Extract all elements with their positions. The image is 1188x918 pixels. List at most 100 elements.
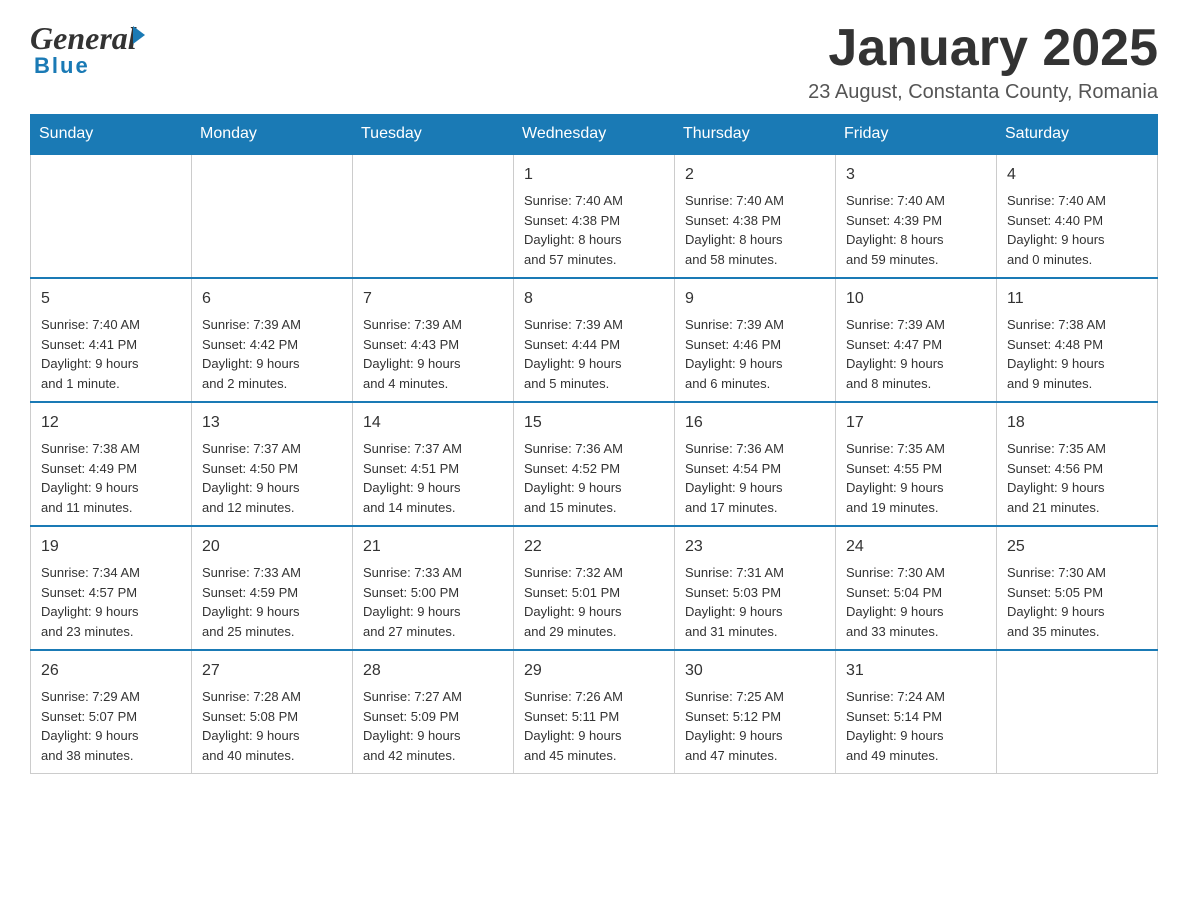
weekday-header-row: SundayMondayTuesdayWednesdayThursdayFrid… (31, 115, 1158, 155)
day-info-28: Sunrise: 7:27 AM Sunset: 5:09 PM Dayligh… (363, 687, 503, 765)
day-cell-4: 4 Sunrise: 7:40 AM Sunset: 4:40 PM Daylig… (997, 154, 1158, 278)
day-number-4: 4 (1007, 163, 1147, 187)
day-number-24: 24 (846, 535, 986, 559)
day-number-29: 29 (524, 659, 664, 683)
day-number-1: 1 (524, 163, 664, 187)
day-cell-29: 29 Sunrise: 7:26 AM Sunset: 5:11 PM Dayli… (514, 650, 675, 774)
day-number-11: 11 (1007, 287, 1147, 311)
day-cell-24: 24 Sunrise: 7:30 AM Sunset: 5:04 PM Dayli… (836, 526, 997, 650)
day-number-15: 15 (524, 411, 664, 435)
day-cell-26: 26Sunrise: 7:29 AM Sunset: 5:07 PM Dayli… (31, 650, 192, 774)
logo-general: General (30, 20, 137, 57)
day-number-21: 21 (363, 535, 503, 559)
day-info-21: Sunrise: 7:33 AM Sunset: 5:00 PM Dayligh… (363, 563, 503, 641)
day-info-7: Sunrise: 7:39 AM Sunset: 4:43 PM Dayligh… (363, 315, 503, 393)
day-info-27: Sunrise: 7:28 AM Sunset: 5:08 PM Dayligh… (202, 687, 342, 765)
day-info-24: Sunrise: 7:30 AM Sunset: 5:04 PM Dayligh… (846, 563, 986, 641)
day-cell-25: 25 Sunrise: 7:30 AM Sunset: 5:05 PM Dayli… (997, 526, 1158, 650)
day-info-19: Sunrise: 7:34 AM Sunset: 4:57 PM Dayligh… (41, 563, 181, 641)
logo: General Blue (30, 20, 145, 79)
day-info-4: Sunrise: 7:40 AM Sunset: 4:40 PM Dayligh… (1007, 191, 1147, 269)
location-subtitle: 23 August, Constanta County, Romania (808, 81, 1158, 104)
day-cell-20: 20Sunrise: 7:33 AM Sunset: 4:59 PM Dayli… (192, 526, 353, 650)
day-info-20: Sunrise: 7:33 AM Sunset: 4:59 PM Dayligh… (202, 563, 342, 641)
day-info-16: Sunrise: 7:36 AM Sunset: 4:54 PM Dayligh… (685, 439, 825, 517)
day-cell-10: 10Sunrise: 7:39 AM Sunset: 4:47 PM Dayli… (836, 278, 997, 402)
day-number-16: 16 (685, 411, 825, 435)
day-number-13: 13 (202, 411, 342, 435)
day-number-22: 22 (524, 535, 664, 559)
day-number-31: 31 (846, 659, 986, 683)
day-info-11: Sunrise: 7:38 AM Sunset: 4:48 PM Dayligh… (1007, 315, 1147, 393)
day-number-17: 17 (846, 411, 986, 435)
weekday-header-thursday: Thursday (675, 115, 836, 155)
empty-cell (353, 154, 514, 278)
day-cell-18: 18 Sunrise: 7:35 AM Sunset: 4:56 PM Dayli… (997, 402, 1158, 526)
day-info-10: Sunrise: 7:39 AM Sunset: 4:47 PM Dayligh… (846, 315, 986, 393)
day-cell-1: 1 Sunrise: 7:40 AM Sunset: 4:38 PM Daylig… (514, 154, 675, 278)
logo-arrow-icon (133, 26, 145, 44)
day-info-30: Sunrise: 7:25 AM Sunset: 5:12 PM Dayligh… (685, 687, 825, 765)
day-cell-27: 27 Sunrise: 7:28 AM Sunset: 5:08 PM Dayli… (192, 650, 353, 774)
day-number-28: 28 (363, 659, 503, 683)
day-number-6: 6 (202, 287, 342, 311)
day-info-17: Sunrise: 7:35 AM Sunset: 4:55 PM Dayligh… (846, 439, 986, 517)
weekday-header-sunday: Sunday (31, 115, 192, 155)
day-cell-17: 17 Sunrise: 7:35 AM Sunset: 4:55 PM Dayli… (836, 402, 997, 526)
day-info-25: Sunrise: 7:30 AM Sunset: 5:05 PM Dayligh… (1007, 563, 1147, 641)
day-cell-15: 15 Sunrise: 7:36 AM Sunset: 4:52 PM Dayli… (514, 402, 675, 526)
day-number-27: 27 (202, 659, 342, 683)
week-row-0: 1 Sunrise: 7:40 AM Sunset: 4:38 PM Daylig… (31, 154, 1158, 278)
day-number-12: 12 (41, 411, 181, 435)
week-row-2: 12Sunrise: 7:38 AM Sunset: 4:49 PM Dayli… (31, 402, 1158, 526)
week-row-4: 26Sunrise: 7:29 AM Sunset: 5:07 PM Dayli… (31, 650, 1158, 774)
day-number-18: 18 (1007, 411, 1147, 435)
day-number-25: 25 (1007, 535, 1147, 559)
day-info-8: Sunrise: 7:39 AM Sunset: 4:44 PM Dayligh… (524, 315, 664, 393)
day-cell-5: 5Sunrise: 7:40 AM Sunset: 4:41 PM Daylig… (31, 278, 192, 402)
day-number-14: 14 (363, 411, 503, 435)
day-number-3: 3 (846, 163, 986, 187)
day-info-23: Sunrise: 7:31 AM Sunset: 5:03 PM Dayligh… (685, 563, 825, 641)
week-row-3: 19 Sunrise: 7:34 AM Sunset: 4:57 PM Dayli… (31, 526, 1158, 650)
header: General Blue January 2025 23 August, Con… (30, 20, 1158, 104)
day-cell-30: 30 Sunrise: 7:25 AM Sunset: 5:12 PM Dayli… (675, 650, 836, 774)
weekday-header-tuesday: Tuesday (353, 115, 514, 155)
day-number-2: 2 (685, 163, 825, 187)
day-cell-7: 7 Sunrise: 7:39 AM Sunset: 4:43 PM Daylig… (353, 278, 514, 402)
day-cell-2: 2Sunrise: 7:40 AM Sunset: 4:38 PM Daylig… (675, 154, 836, 278)
day-info-18: Sunrise: 7:35 AM Sunset: 4:56 PM Dayligh… (1007, 439, 1147, 517)
day-number-19: 19 (41, 535, 181, 559)
day-cell-3: 3 Sunrise: 7:40 AM Sunset: 4:39 PM Daylig… (836, 154, 997, 278)
day-cell-13: 13 Sunrise: 7:37 AM Sunset: 4:50 PM Dayli… (192, 402, 353, 526)
day-cell-21: 21 Sunrise: 7:33 AM Sunset: 5:00 PM Dayli… (353, 526, 514, 650)
day-cell-22: 22Sunrise: 7:32 AM Sunset: 5:01 PM Dayli… (514, 526, 675, 650)
day-info-14: Sunrise: 7:37 AM Sunset: 4:51 PM Dayligh… (363, 439, 503, 517)
weekday-header-friday: Friday (836, 115, 997, 155)
day-info-5: Sunrise: 7:40 AM Sunset: 4:41 PM Dayligh… (41, 315, 181, 393)
title-section: January 2025 23 August, Constanta County… (808, 20, 1158, 104)
day-cell-11: 11 Sunrise: 7:38 AM Sunset: 4:48 PM Dayli… (997, 278, 1158, 402)
day-info-6: Sunrise: 7:39 AM Sunset: 4:42 PM Dayligh… (202, 315, 342, 393)
day-number-8: 8 (524, 287, 664, 311)
day-cell-9: 9Sunrise: 7:39 AM Sunset: 4:46 PM Daylig… (675, 278, 836, 402)
weekday-header-saturday: Saturday (997, 115, 1158, 155)
day-cell-8: 8 Sunrise: 7:39 AM Sunset: 4:44 PM Daylig… (514, 278, 675, 402)
day-info-3: Sunrise: 7:40 AM Sunset: 4:39 PM Dayligh… (846, 191, 986, 269)
weekday-header-wednesday: Wednesday (514, 115, 675, 155)
day-info-13: Sunrise: 7:37 AM Sunset: 4:50 PM Dayligh… (202, 439, 342, 517)
day-number-7: 7 (363, 287, 503, 311)
day-info-9: Sunrise: 7:39 AM Sunset: 4:46 PM Dayligh… (685, 315, 825, 393)
day-info-15: Sunrise: 7:36 AM Sunset: 4:52 PM Dayligh… (524, 439, 664, 517)
week-row-1: 5Sunrise: 7:40 AM Sunset: 4:41 PM Daylig… (31, 278, 1158, 402)
month-year-title: January 2025 (808, 20, 1158, 77)
day-cell-23: 23Sunrise: 7:31 AM Sunset: 5:03 PM Dayli… (675, 526, 836, 650)
day-info-29: Sunrise: 7:26 AM Sunset: 5:11 PM Dayligh… (524, 687, 664, 765)
day-cell-16: 16 Sunrise: 7:36 AM Sunset: 4:54 PM Dayli… (675, 402, 836, 526)
day-info-1: Sunrise: 7:40 AM Sunset: 4:38 PM Dayligh… (524, 191, 664, 269)
day-cell-6: 6 Sunrise: 7:39 AM Sunset: 4:42 PM Daylig… (192, 278, 353, 402)
day-info-31: Sunrise: 7:24 AM Sunset: 5:14 PM Dayligh… (846, 687, 986, 765)
day-number-30: 30 (685, 659, 825, 683)
calendar-table: SundayMondayTuesdayWednesdayThursdayFrid… (30, 114, 1158, 774)
empty-cell (997, 650, 1158, 774)
